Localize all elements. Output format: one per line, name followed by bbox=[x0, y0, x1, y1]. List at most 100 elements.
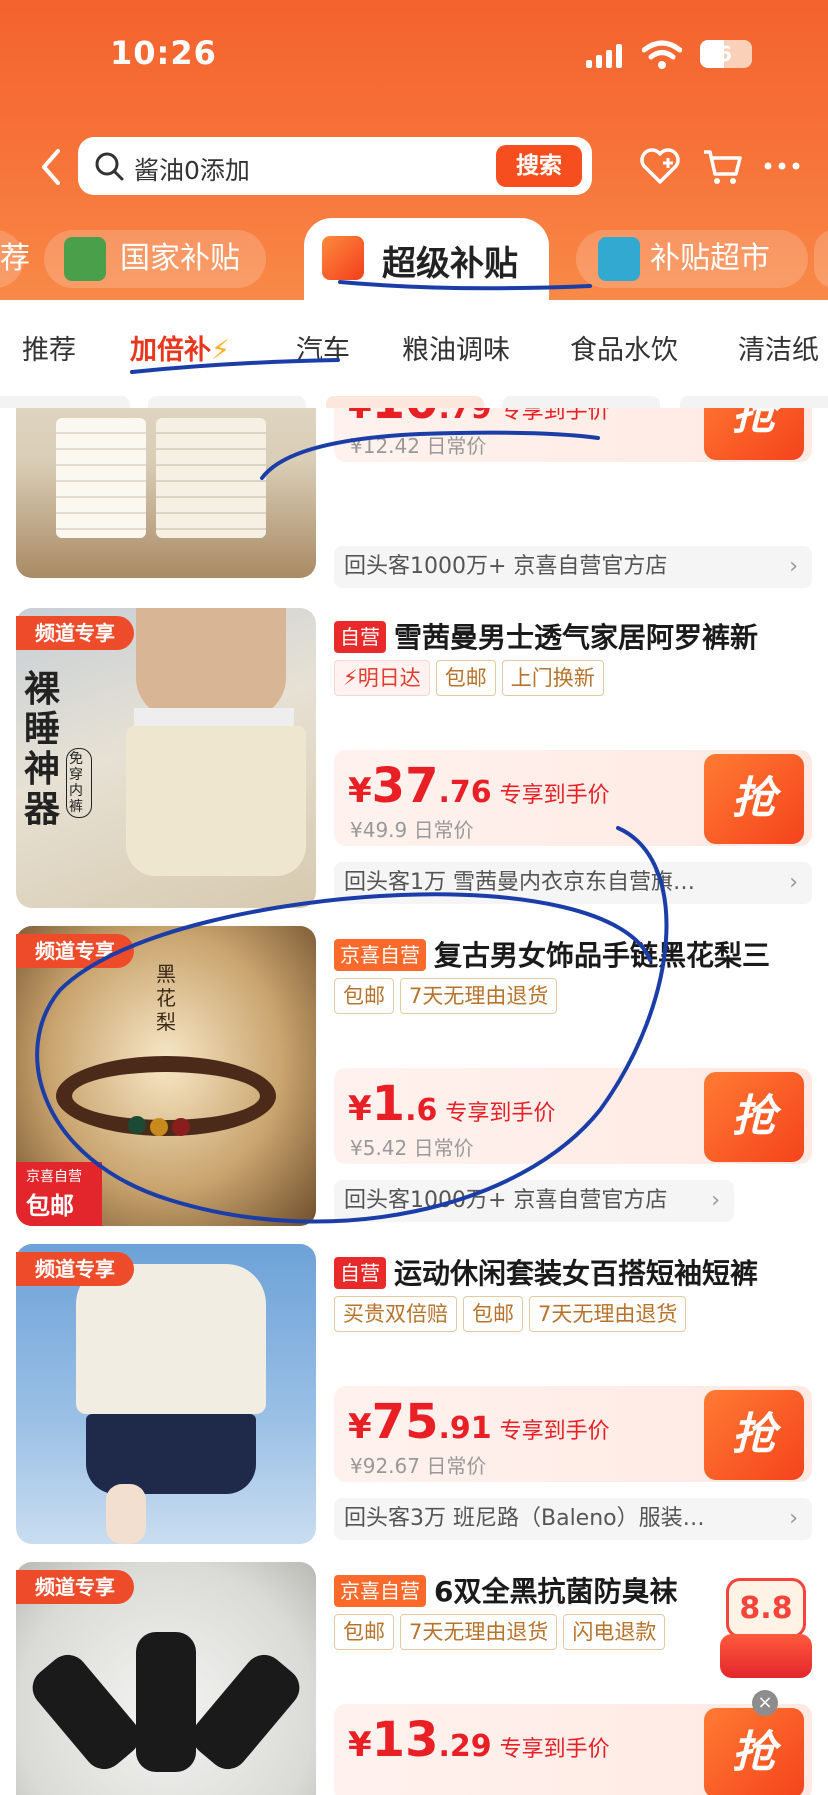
shop-link[interactable]: 回头客1000万+ 京喜自营官方店 › bbox=[334, 1180, 734, 1222]
search-input[interactable]: 酱油0添加 bbox=[134, 151, 250, 187]
tag: 上门换新 bbox=[501, 660, 604, 696]
grab-button[interactable]: 抢 bbox=[704, 408, 804, 460]
jingxi-self-operated-badge: 京喜自营 bbox=[334, 1575, 426, 1607]
price-box: ¥75.91 专享到手价 ¥92.67 日常价 抢 bbox=[334, 1386, 812, 1482]
channel-national-subsidy[interactable]: 国家补贴 bbox=[44, 230, 266, 288]
cellular-signal-icon bbox=[586, 44, 624, 68]
supermarket-bag-icon bbox=[598, 237, 640, 281]
product-image[interactable] bbox=[16, 1244, 316, 1544]
shop-link[interactable]: 回头客1000万+ 京喜自营官方店 › bbox=[334, 546, 812, 588]
image-headline: 裸睡神器 bbox=[24, 669, 61, 830]
tag: 7天无理由退货 bbox=[400, 1614, 558, 1650]
channel-exclusive-tag: 频道专享 bbox=[16, 616, 134, 650]
product-image[interactable]: 裸睡神器 免穿内裤 bbox=[16, 608, 316, 908]
jingxi-self-operated-badge: 京喜自营 bbox=[334, 939, 426, 971]
tag: 7天无理由退货 bbox=[529, 1296, 687, 1332]
promo-label: 8.8 bbox=[726, 1578, 806, 1638]
favorite-heart-icon[interactable] bbox=[638, 144, 682, 188]
deal-price: ¥1.6 专享到手价 bbox=[348, 1076, 556, 1132]
tab-cleaning-paper[interactable]: 清洁纸 bbox=[738, 328, 819, 367]
channel-exclusive-tag: 频道专享 bbox=[16, 1570, 134, 1604]
tab-recommend[interactable]: 推荐 bbox=[22, 328, 76, 367]
product-card[interactable]: 频道专享 京喜自营 6双全黑抗菌防臭袜 包邮 7天无理由退货 闪电退款 ¥13.29 专… bbox=[0, 1562, 828, 1795]
product-card[interactable]: 频道专享 自营 运动休闲套装女百搭短袖短裤 买贵双倍赔 包邮 7天无理由退货 ¥75.… bbox=[0, 1244, 828, 1562]
original-price: ¥92.67 日常价 bbox=[350, 1454, 487, 1478]
chevron-right-icon: › bbox=[789, 1506, 798, 1531]
image-subtext: 免穿内裤 bbox=[66, 748, 92, 818]
product-tags: 包邮 7天无理由退货 bbox=[334, 978, 563, 1014]
grab-button[interactable]: 抢 bbox=[704, 754, 804, 844]
product-tags: 包邮 7天无理由退货 闪电退款 bbox=[334, 1614, 671, 1650]
price-box: ¥13.29 专享到手价 抢 bbox=[334, 1704, 812, 1795]
product-title[interactable]: 自营 运动休闲套装女百搭短袖短裤 bbox=[334, 1252, 818, 1292]
battery-icon: 6 bbox=[700, 40, 752, 68]
channel-super-subsidy[interactable]: 超级补贴 bbox=[304, 218, 549, 300]
product-tags: 买贵双倍赔 包邮 7天无理由退货 bbox=[334, 1296, 692, 1332]
chevron-right-icon: › bbox=[789, 554, 798, 579]
original-price: ¥49.9 日常价 bbox=[350, 818, 474, 842]
lightning-icon: ⚡ bbox=[211, 335, 230, 366]
tag: 包邮 bbox=[334, 978, 394, 1014]
tag-next-day: ⚡明日达 bbox=[334, 660, 430, 696]
channel-recommend[interactable]: 荐 bbox=[0, 230, 30, 288]
price-box: ¥10.79专享到手价 ¥12.42 日常价 抢 bbox=[334, 408, 812, 462]
deal-price: ¥37.76 专享到手价 bbox=[348, 758, 610, 814]
status-bar: 10:26 6 bbox=[0, 0, 828, 110]
red-envelope-icon bbox=[720, 1634, 812, 1678]
self-operated-badge: 自营 bbox=[334, 1257, 386, 1289]
channel-exclusive-tag: 频道专享 bbox=[16, 934, 134, 968]
grab-button[interactable]: 抢 bbox=[704, 1390, 804, 1480]
search-icon bbox=[95, 152, 124, 181]
original-price: ¥12.42 日常价 bbox=[350, 434, 487, 458]
deal-price: ¥75.91 专享到手价 bbox=[348, 1394, 610, 1450]
floating-promo[interactable]: 8.8 bbox=[720, 1578, 812, 1688]
product-card[interactable]: 裸睡神器 免穿内裤 频道专享 自营 雪茜曼男士透气家居阿罗裤新 ⚡明日达 包邮 上门换… bbox=[0, 608, 828, 926]
super-subsidy-icon bbox=[322, 236, 364, 280]
cart-icon[interactable] bbox=[700, 144, 744, 188]
search-bar[interactable]: 酱油0添加 搜索 bbox=[78, 137, 592, 195]
grab-button[interactable]: 抢 bbox=[704, 1708, 804, 1795]
battery-level: 6 bbox=[718, 42, 732, 66]
product-card[interactable]: ¥10.79专享到手价 ¥12.42 日常价 抢 回头客1000万+ 京喜自营官… bbox=[0, 408, 828, 608]
tab-auto[interactable]: 汽车 bbox=[296, 328, 350, 367]
status-time: 10:26 bbox=[110, 34, 217, 72]
tab-grain-oil[interactable]: 粮油调味 bbox=[402, 328, 510, 367]
product-image[interactable]: 黑花梨 京喜自营 包邮 bbox=[16, 926, 316, 1226]
chevron-right-icon: › bbox=[789, 870, 798, 895]
back-arrow-icon[interactable] bbox=[34, 145, 68, 189]
tag: 闪电退款 bbox=[563, 1614, 666, 1650]
deal-price: ¥10.79专享到手价 bbox=[348, 408, 610, 430]
tab-food-drinks[interactable]: 食品水饮 bbox=[570, 328, 678, 367]
header-bar: 10:26 6 酱油0添加 搜索 荐 国家补贴 超级补贴 补贴超市 bbox=[0, 0, 828, 300]
close-icon[interactable]: × bbox=[752, 1690, 778, 1716]
shop-link[interactable]: 回头客1万 雪茜曼内衣京东自营旗… › bbox=[334, 862, 812, 904]
price-box: ¥37.76 专享到手价 ¥49.9 日常价 抢 bbox=[334, 750, 812, 846]
tab-double-subsidy[interactable]: 加倍补⚡ bbox=[130, 328, 230, 367]
product-tags: ⚡明日达 包邮 上门换新 bbox=[334, 660, 610, 696]
shop-link[interactable]: 回头客3万 班尼路（Baleno）服装… › bbox=[334, 1498, 812, 1540]
product-title[interactable]: 自营 雪茜曼男士透气家居阿罗裤新 bbox=[334, 616, 818, 656]
product-card[interactable]: 黑花梨 京喜自营 包邮 频道专享 京喜自营 复古男女饰品手链黑花梨三 包邮 7天无理… bbox=[0, 926, 828, 1244]
channel-next[interactable] bbox=[814, 230, 828, 288]
tag: 包邮 bbox=[435, 660, 496, 696]
category-tabs: 推荐 加倍补⚡ 汽车 粮油调味 食品水饮 清洁纸 bbox=[0, 300, 828, 390]
channel-exclusive-tag: 频道专享 bbox=[16, 1252, 134, 1286]
wifi-icon bbox=[642, 40, 682, 69]
search-button[interactable]: 搜索 bbox=[496, 145, 582, 187]
more-icon[interactable] bbox=[760, 144, 804, 188]
tag: 7天无理由退货 bbox=[400, 978, 558, 1014]
price-box: ¥1.6 专享到手价 ¥5.42 日常价 抢 bbox=[334, 1068, 812, 1164]
grab-button[interactable]: 抢 bbox=[704, 1072, 804, 1162]
product-title[interactable]: 京喜自营 复古男女饰品手链黑花梨三 bbox=[334, 934, 818, 974]
product-image[interactable] bbox=[16, 408, 316, 578]
delivery-icon: ⚡ bbox=[343, 666, 358, 690]
product-title[interactable]: 京喜自营 6双全黑抗菌防臭袜 bbox=[334, 1570, 714, 1610]
chevron-right-icon: › bbox=[711, 1188, 720, 1213]
subsidy-badge-icon bbox=[64, 237, 106, 281]
original-price: ¥5.42 日常价 bbox=[350, 1136, 474, 1160]
tag: 包邮 bbox=[334, 1614, 394, 1650]
channel-subsidy-supermarket[interactable]: 补贴超市 bbox=[576, 230, 808, 288]
image-headline: 黑花梨 bbox=[156, 962, 176, 1034]
deal-price: ¥13.29 专享到手价 bbox=[348, 1712, 610, 1768]
tag: 包邮 bbox=[463, 1296, 523, 1332]
